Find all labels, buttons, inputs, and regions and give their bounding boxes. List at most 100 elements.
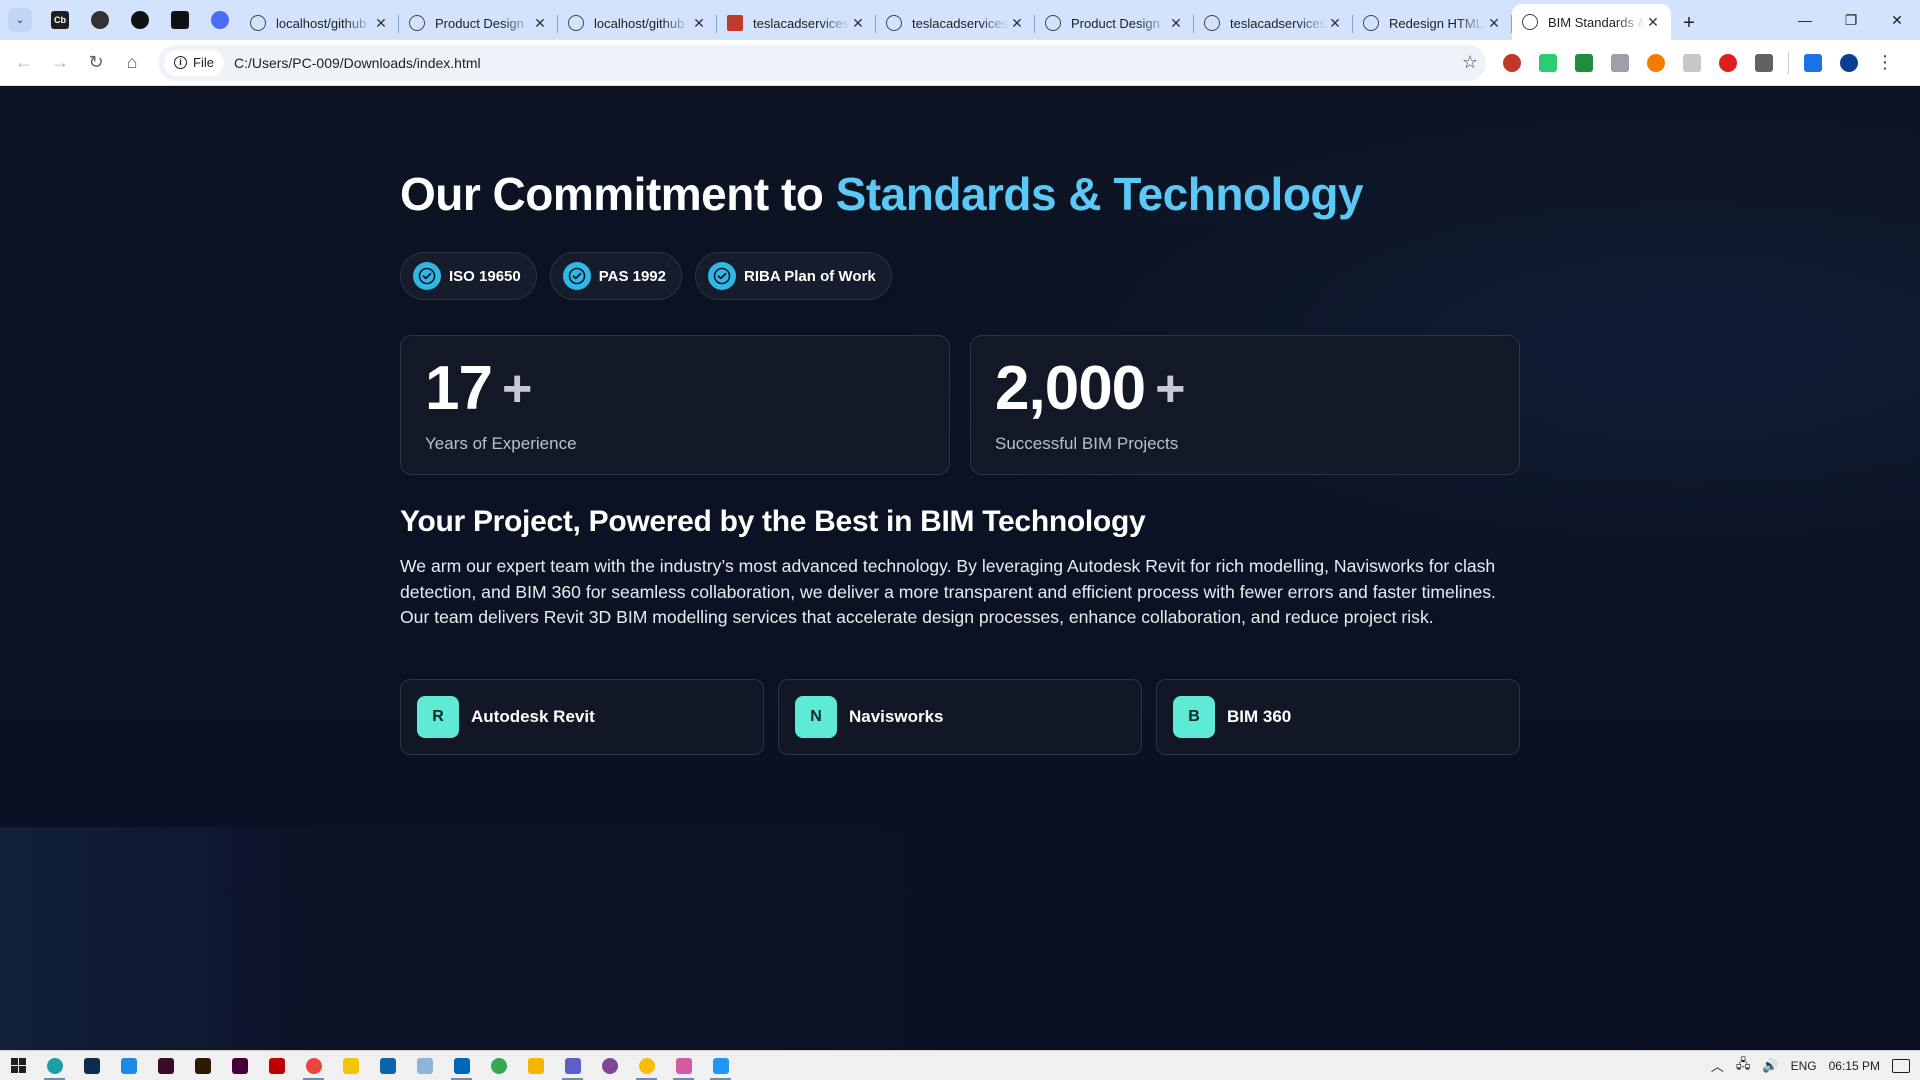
extensions-area: ⋮ xyxy=(1494,45,1903,81)
section-paragraph: We arm our expert team with the industry… xyxy=(400,556,1496,627)
browser-tab[interactable]: teslacadservices ✕ xyxy=(717,6,876,40)
close-icon[interactable]: ✕ xyxy=(532,15,548,32)
taskbar-app[interactable] xyxy=(480,1051,517,1080)
home-button[interactable]: ⌂ xyxy=(114,45,150,81)
taskbar-app[interactable] xyxy=(443,1051,480,1080)
taskbar-app[interactable] xyxy=(554,1051,591,1080)
taskbar-app[interactable] xyxy=(36,1051,73,1080)
title-accent: Standards & Technology xyxy=(835,168,1364,220)
close-icon[interactable]: ✕ xyxy=(1009,15,1025,32)
volume-icon[interactable]: 🔊 xyxy=(1762,1058,1778,1074)
address-bar[interactable]: i File C:/Users/PC-009/Downloads/index.h… xyxy=(158,44,1486,81)
taskbar-app[interactable] xyxy=(73,1051,110,1080)
browser-tab[interactable]: teslacadservices ✕ xyxy=(876,6,1035,40)
browser-tab[interactable]: localhost/github ✕ xyxy=(240,6,399,40)
clock[interactable]: 06:15 PM xyxy=(1829,1059,1880,1073)
back-button[interactable]: ← xyxy=(6,45,42,81)
tool-name: Autodesk Revit xyxy=(471,707,595,726)
pinned-tab[interactable] xyxy=(160,0,200,40)
globe-icon xyxy=(1522,14,1538,30)
forward-button[interactable]: → xyxy=(42,45,78,81)
pinned-tab[interactable]: Cb xyxy=(40,0,80,40)
system-tray: ︿ 🖧 🔊 ENG 06:15 PM xyxy=(1711,1055,1920,1077)
restore-button[interactable]: ❐ xyxy=(1828,0,1874,40)
taskbar-apps xyxy=(36,1051,739,1080)
extension-button[interactable] xyxy=(1602,45,1638,81)
taskbar-app[interactable] xyxy=(665,1051,702,1080)
close-icon[interactable]: ✕ xyxy=(1168,15,1184,32)
taskbar-app[interactable] xyxy=(147,1051,184,1080)
page-title: Our Commitment to Standards & Technology xyxy=(400,167,1364,221)
close-icon[interactable]: ✕ xyxy=(850,15,866,32)
browser-tab[interactable]: localhost/github ✕ xyxy=(558,6,717,40)
extension-button[interactable] xyxy=(1710,45,1746,81)
url-text[interactable]: C:/Users/PC-009/Downloads/index.html xyxy=(234,55,1462,71)
extensions-menu-button[interactable] xyxy=(1746,45,1782,81)
browser-menu-button[interactable]: ⋮ xyxy=(1867,45,1903,81)
globe-icon xyxy=(886,15,902,31)
tab-title: BIM Standards & xyxy=(1548,14,1645,30)
close-icon[interactable]: ✕ xyxy=(691,15,707,32)
site-info-chip[interactable]: i File xyxy=(164,49,224,76)
close-icon[interactable]: ✕ xyxy=(1486,15,1502,32)
profile-button[interactable] xyxy=(1831,45,1867,81)
browser-tab[interactable]: Product Design ✕ xyxy=(399,6,558,40)
chip-label: File xyxy=(193,55,214,70)
close-icon[interactable]: ✕ xyxy=(1645,14,1661,31)
pinned-tab[interactable] xyxy=(80,0,120,40)
taskbar-app[interactable] xyxy=(110,1051,147,1080)
chevron-up-icon[interactable]: ︿ xyxy=(1711,1056,1724,1075)
pinned-tab[interactable] xyxy=(120,0,160,40)
notification-icon[interactable] xyxy=(1892,1058,1910,1073)
check-circle-icon xyxy=(707,262,736,290)
taskbar-app[interactable] xyxy=(591,1051,628,1080)
browser-tab[interactable]: teslacadservices ✕ xyxy=(1194,6,1353,40)
taskbar-app[interactable] xyxy=(295,1051,332,1080)
browser-tab-active[interactable]: BIM Standards & ✕ xyxy=(1512,4,1671,40)
start-button[interactable] xyxy=(0,1051,36,1080)
close-icon[interactable]: ✕ xyxy=(1327,15,1343,32)
extension-button[interactable] xyxy=(1674,45,1710,81)
badge-label: RIBA Plan of Work xyxy=(743,267,876,285)
taskbar-app[interactable] xyxy=(517,1051,554,1080)
taskbar-app[interactable] xyxy=(221,1051,258,1080)
new-tab-button[interactable]: + xyxy=(1671,6,1707,40)
orange-ext-icon xyxy=(1647,53,1665,72)
extension-button[interactable] xyxy=(1566,45,1602,81)
reload-button[interactable]: ↻ xyxy=(78,45,114,81)
downloads-button[interactable] xyxy=(1795,45,1831,81)
toolbar-divider xyxy=(1788,51,1789,74)
taskbar-app[interactable] xyxy=(702,1051,739,1080)
minimize-button[interactable]: — xyxy=(1782,0,1828,40)
taskbar-app[interactable] xyxy=(332,1051,369,1080)
camera-icon xyxy=(1611,53,1629,72)
stat-number: 17 + xyxy=(425,358,925,420)
browser-tab[interactable]: Redesign HTML ✕ xyxy=(1353,6,1512,40)
extension-button[interactable] xyxy=(1638,45,1674,81)
bookmark-star-icon[interactable]: ☆ xyxy=(1462,52,1478,73)
taskbar-app[interactable] xyxy=(628,1051,665,1080)
pinned-tab[interactable] xyxy=(200,0,240,40)
taskbar-app[interactable] xyxy=(258,1051,295,1080)
windows-taskbar: ︿ 🖧 🔊 ENG 06:15 PM xyxy=(0,1050,1920,1080)
close-icon[interactable]: ✕ xyxy=(373,15,389,32)
language-indicator[interactable]: ENG xyxy=(1791,1059,1817,1073)
check-circle-icon xyxy=(562,262,591,290)
network-icon[interactable]: 🖧 xyxy=(1736,1055,1751,1077)
globe-icon xyxy=(1045,15,1061,31)
globe-icon xyxy=(1204,15,1220,31)
close-window-button[interactable]: ✕ xyxy=(1874,0,1920,40)
stat-card-experience: 17 + Years of Experience xyxy=(400,335,950,475)
taskbar-app[interactable] xyxy=(406,1051,443,1080)
globe-icon xyxy=(409,15,425,31)
tab-search-button[interactable]: ⌄ xyxy=(8,8,32,32)
tab-title: localhost/github xyxy=(594,15,685,31)
extension-button[interactable] xyxy=(1530,45,1566,81)
stat-card-projects: 2,000 + Successful BIM Projects xyxy=(970,335,1520,475)
taskbar-app[interactable] xyxy=(184,1051,221,1080)
taskbar-app[interactable] xyxy=(369,1051,406,1080)
browser-toolbar: ← → ↻ ⌂ i File C:/Users/PC-009/Downloads… xyxy=(0,40,1920,86)
extension-button[interactable] xyxy=(1494,45,1530,81)
browser-tab[interactable]: Product Design ✕ xyxy=(1035,6,1194,40)
standards-badges: ISO 19650 PAS 1992 RIBA Plan of Work xyxy=(400,252,892,300)
